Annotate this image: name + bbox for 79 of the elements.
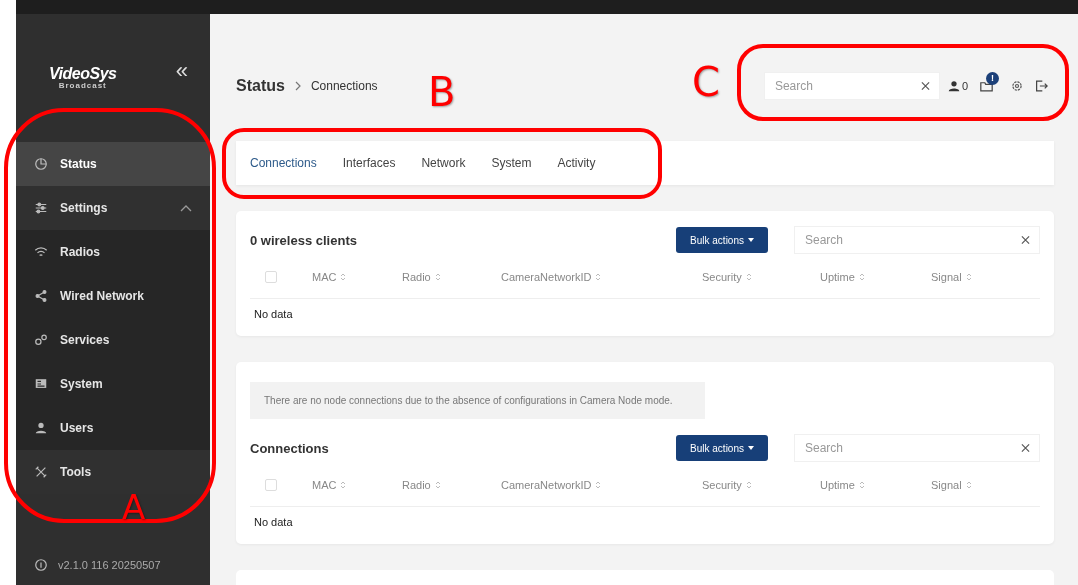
column-header[interactable]: Radio (402, 270, 501, 283)
logout-button[interactable] (1035, 79, 1048, 92)
sidebar-item[interactable]: Services (16, 318, 210, 362)
clear-icon[interactable] (1021, 443, 1030, 453)
column-header[interactable]: CameraNetworkID (501, 478, 702, 491)
collapse-button[interactable]: « (175, 60, 188, 82)
search-field[interactable]: Search (763, 71, 940, 100)
sort-icon[interactable] (340, 271, 347, 282)
chevron-right-icon (294, 80, 301, 91)
sidebar-item[interactable]: Status (16, 142, 210, 186)
settings-button[interactable] (1011, 79, 1023, 92)
user-icon (947, 79, 960, 92)
sort-icon[interactable] (745, 271, 752, 282)
users-button[interactable]: 0 (947, 79, 968, 92)
sort-icon[interactable] (434, 479, 441, 490)
sort-icon[interactable] (858, 479, 865, 490)
sidebar-item[interactable]: Wired Network (16, 274, 210, 318)
breadcrumb-item[interactable]: Status (236, 76, 285, 95)
folder-icon (980, 79, 993, 92)
tab[interactable]: Network (421, 150, 479, 176)
logout-icon (1035, 79, 1048, 92)
tab[interactable]: Activity (557, 150, 609, 176)
clear-icon[interactable] (1021, 235, 1030, 245)
notification-badge: ! (986, 71, 999, 85)
settings-icon (1011, 79, 1023, 92)
wifi-icon (34, 245, 48, 259)
select-all-checkbox[interactable] (265, 270, 277, 283)
caret-icon (748, 446, 754, 450)
empty-message: No data (253, 307, 294, 320)
pie-chart-icon (34, 157, 48, 171)
column-header[interactable]: Security (702, 478, 820, 491)
sidebar-item[interactable]: Radios (16, 230, 210, 274)
sort-icon[interactable] (434, 271, 441, 282)
sort-icon[interactable] (965, 479, 972, 490)
breadcrumb-item: Connections (310, 78, 378, 93)
sort-icon[interactable] (745, 479, 752, 490)
search-field[interactable]: Search (794, 434, 1040, 462)
notifications-button[interactable]: ! (980, 71, 999, 92)
column-header[interactable]: Uptime (820, 270, 931, 283)
column-header[interactable]: Radio (402, 478, 501, 491)
chevron-icon (180, 204, 192, 212)
annotation-label: C (692, 62, 720, 102)
gears-icon (34, 333, 48, 347)
sort-icon[interactable] (595, 271, 602, 282)
column-header[interactable]: Uptime (820, 478, 931, 491)
notice-message: There are no node connections due to the absence of configurations in Camera Node mode. (250, 382, 705, 419)
column-header[interactable]: Security (702, 270, 820, 283)
tab[interactable]: System (491, 150, 545, 176)
column-header[interactable]: MAC (312, 270, 402, 283)
clear-icon[interactable] (920, 81, 930, 90)
column-header[interactable]: Signal (931, 478, 1040, 491)
logo: VideoSys Broadcast (49, 66, 117, 90)
tab[interactable]: Interfaces (342, 150, 409, 176)
annotation-label: B (428, 72, 456, 112)
bulk-actions-button[interactable]: Bulk actions (676, 227, 768, 253)
column-header[interactable]: MAC (312, 478, 402, 491)
monitor-icon (34, 377, 48, 391)
bulk-actions-button[interactable]: Bulk actions (676, 435, 768, 461)
sidebar-item[interactable]: System (16, 362, 210, 406)
user-icon (34, 421, 48, 435)
info-icon (34, 558, 48, 572)
sort-icon[interactable] (595, 479, 602, 490)
select-all-checkbox[interactable] (265, 478, 277, 491)
column-header[interactable]: CameraNetworkID (501, 270, 702, 283)
card-title: 0 wireless clients (250, 232, 358, 248)
tab[interactable]: Connections (250, 150, 330, 176)
search-field[interactable]: Search (794, 226, 1040, 254)
column-header[interactable]: Signal (931, 270, 1040, 283)
sort-icon[interactable] (340, 479, 347, 490)
version-label: v2.1.0 116 20250507 (16, 545, 210, 585)
tools-icon (34, 465, 48, 479)
share-icon (34, 289, 48, 303)
empty-message: No data (253, 515, 294, 528)
sort-icon[interactable] (858, 271, 865, 282)
sliders-icon (34, 201, 48, 215)
caret-icon (748, 238, 754, 242)
card-title: Connections (250, 440, 330, 456)
sort-icon[interactable] (965, 271, 972, 282)
sidebar-item[interactable]: Users (16, 406, 210, 450)
